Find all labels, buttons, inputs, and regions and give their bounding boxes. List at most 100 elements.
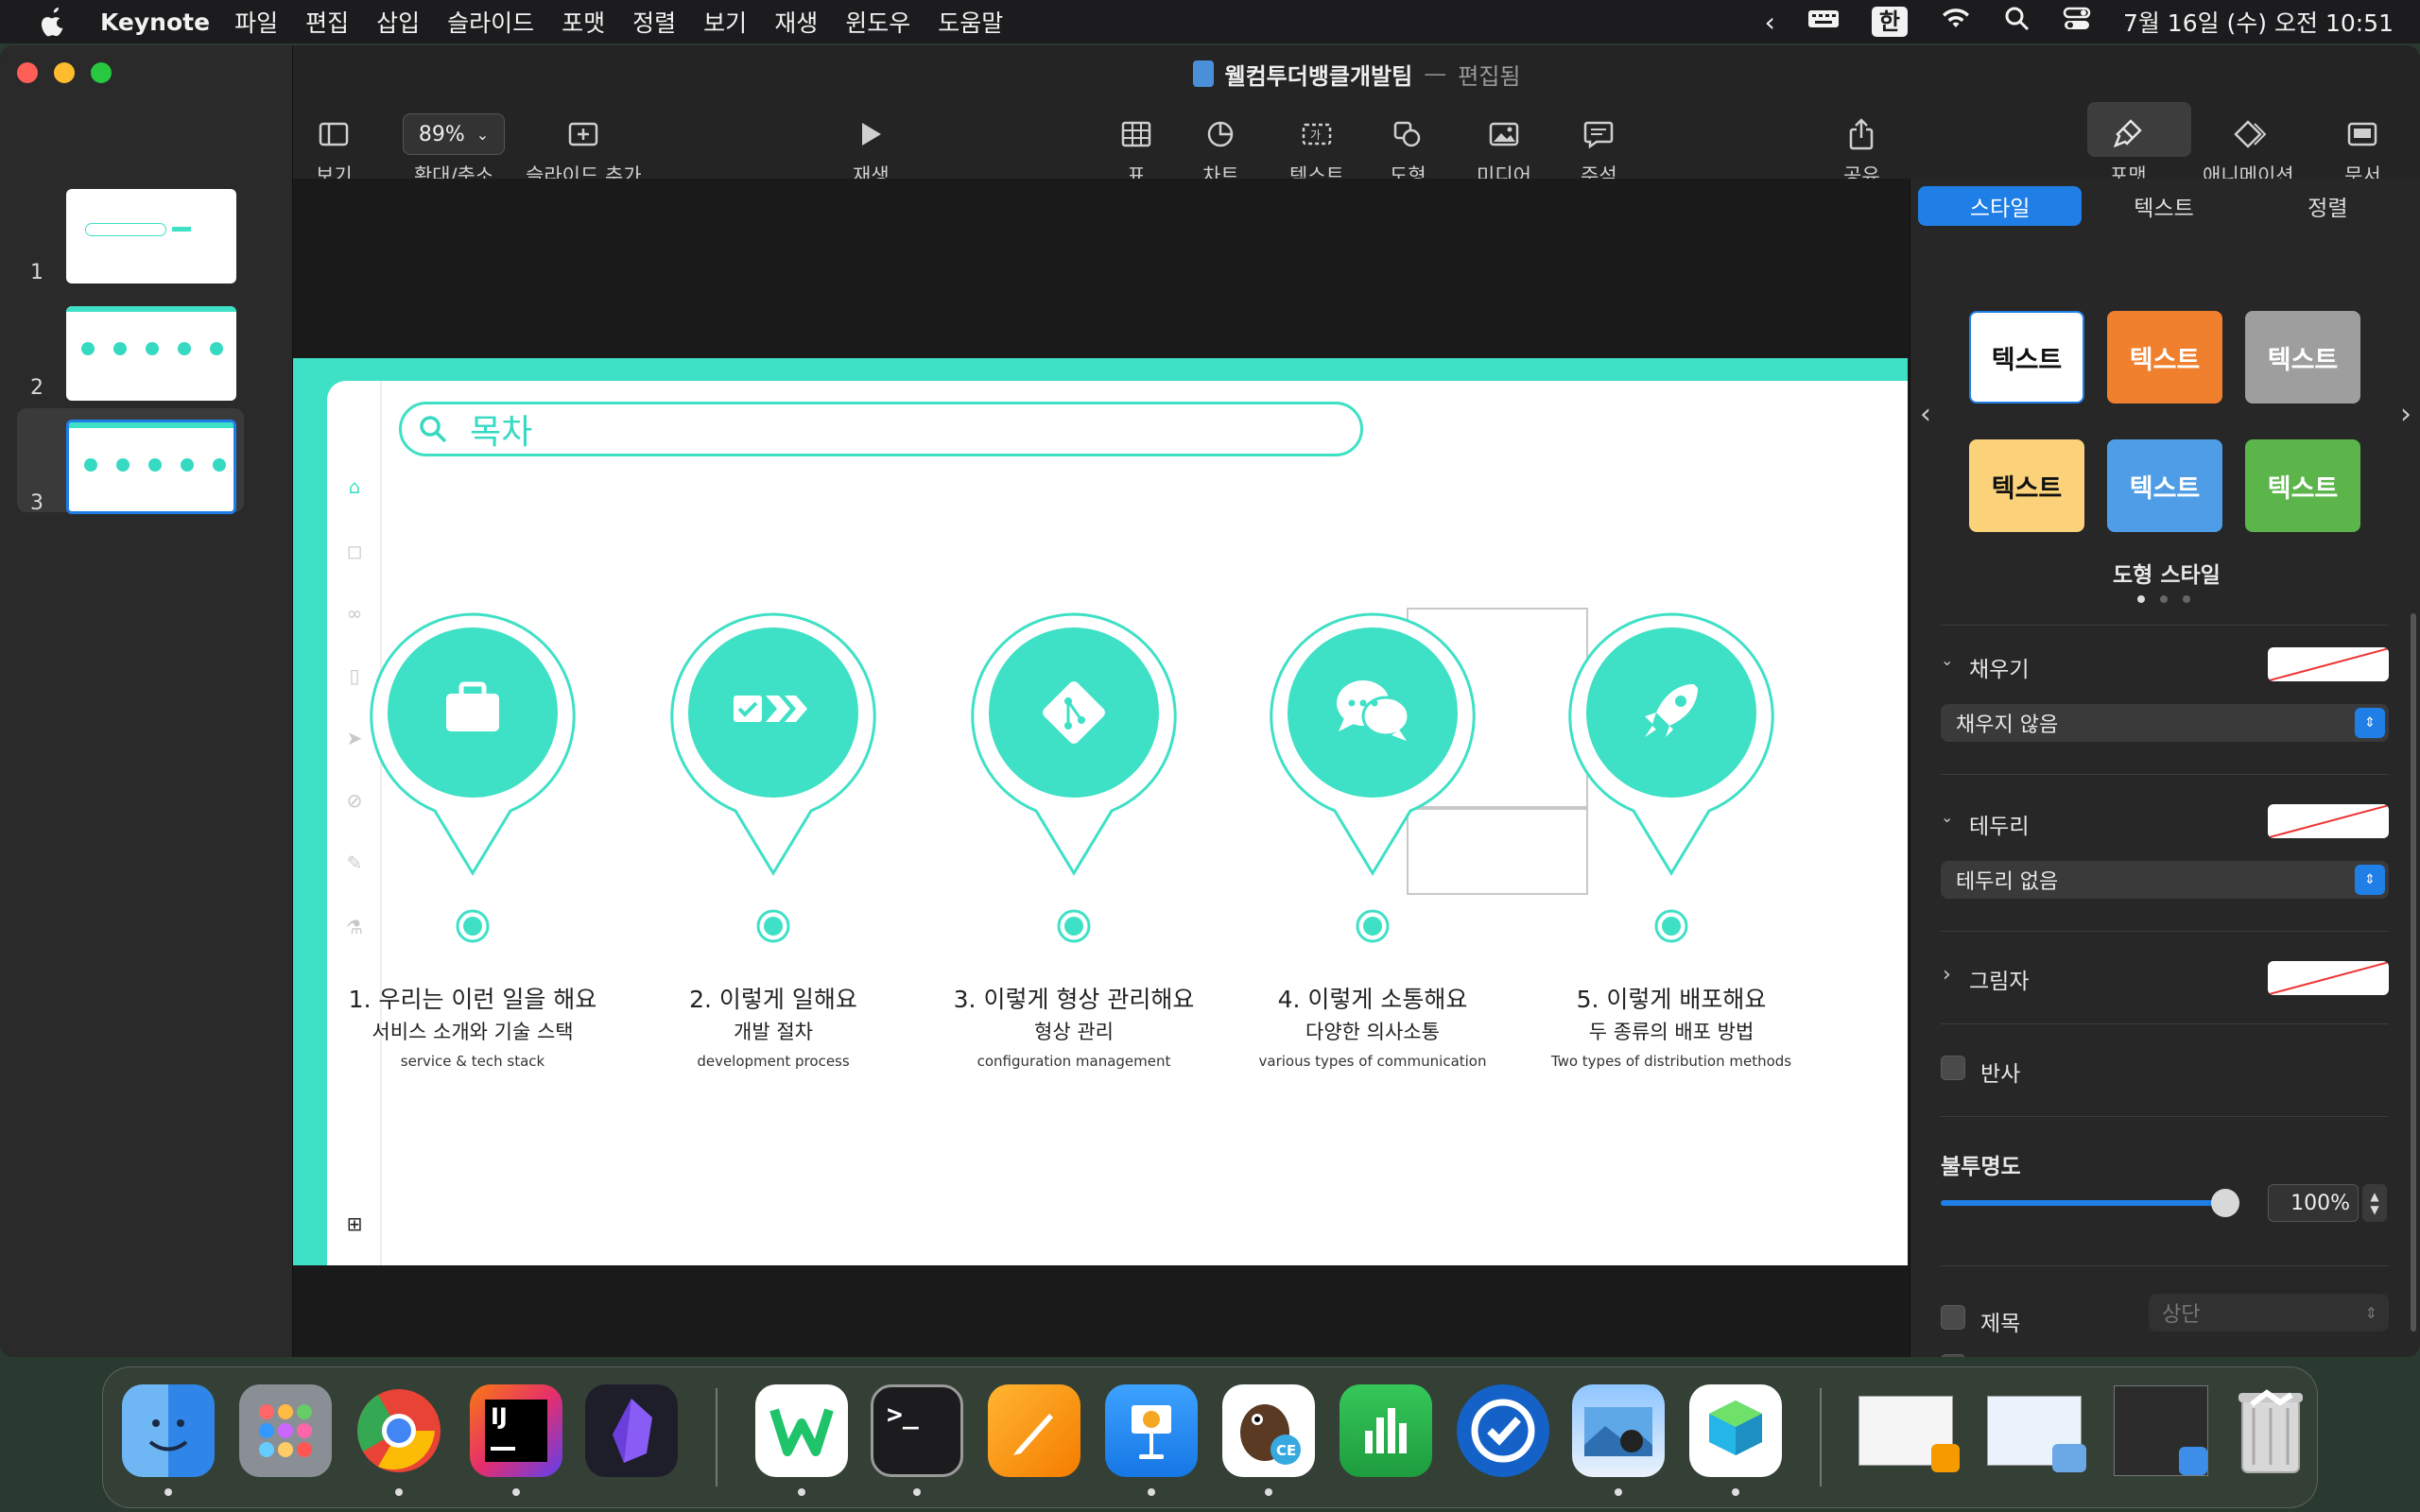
format-button[interactable]: 포맷: [2110, 112, 2147, 189]
search-icon[interactable]: [2004, 6, 2031, 38]
chart-button[interactable]: 차트: [1202, 112, 1239, 189]
shape-button[interactable]: 도형: [1390, 112, 1426, 189]
wifi-icon[interactable]: [1940, 7, 1972, 37]
zoom-window-button[interactable]: [91, 62, 112, 83]
stepper-up-icon[interactable]: ▲: [2370, 1190, 2378, 1203]
toc-item-english[interactable]: Two types of distribution methods: [1520, 1053, 1823, 1070]
toc-title[interactable]: 목차: [470, 404, 532, 454]
shape-style-swatch-6[interactable]: 텍스트: [2245, 439, 2360, 532]
play-button[interactable]: 재생: [853, 112, 890, 189]
chevron-right-icon[interactable]: ›: [1943, 963, 1951, 987]
slide-canvas[interactable]: ⌂ ◻ ∞ ▯ ➤ ⊘ ✎ ⚗ ⊞ 목차 1. 우리는 이런 일을 해요 서비스…: [293, 179, 1910, 1357]
chevron-left-icon[interactable]: ‹: [1920, 398, 1931, 431]
document-button[interactable]: 문서: [2344, 112, 2381, 189]
chevron-right-icon[interactable]: ›: [2400, 398, 2411, 431]
recent-screenshots-stack-icon[interactable]: [2109, 1384, 2213, 1477]
page-dot[interactable]: [2160, 595, 2168, 603]
chevron-down-icon[interactable]: ⌄: [1941, 808, 1953, 826]
title-checkbox[interactable]: [1941, 1305, 1965, 1330]
table-button[interactable]: 표: [1121, 112, 1151, 189]
app-name[interactable]: Keynote: [100, 9, 210, 36]
keynote-icon[interactable]: [1105, 1384, 1198, 1477]
recent-document-diagram-icon[interactable]: [1982, 1384, 2086, 1477]
recent-document-pages-icon[interactable]: [1854, 1384, 1960, 1477]
opacity-stepper[interactable]: ▲ ▼: [2362, 1184, 2387, 1222]
launchpad-icon[interactable]: [239, 1384, 332, 1477]
fill-color-well[interactable]: [2268, 647, 2389, 681]
slide-thumbnail-3[interactable]: [66, 420, 236, 514]
minimize-window-button[interactable]: [54, 62, 75, 83]
title-position-select[interactable]: 상단 ⇕: [2149, 1294, 2389, 1332]
fill-type-select[interactable]: 채우지 않음 ⇕: [1941, 704, 2389, 742]
menu-file[interactable]: 파일: [234, 5, 278, 39]
menu-edit[interactable]: 편집: [305, 5, 349, 39]
animate-button[interactable]: 애니메이션: [2203, 112, 2294, 189]
shape-style-swatch-5[interactable]: 텍스트: [2107, 439, 2222, 532]
tab-style[interactable]: 스타일: [1918, 186, 2083, 226]
shape-style-swatch-2[interactable]: 텍스트: [2107, 311, 2222, 404]
naver-box-icon[interactable]: [1689, 1384, 1782, 1477]
shadow-label[interactable]: 그림자: [1969, 963, 2029, 995]
border-label[interactable]: 테두리: [1969, 808, 2029, 840]
border-type-select[interactable]: 테두리 없음 ⇕: [1941, 861, 2389, 899]
add-slide-button[interactable]: 슬라이드 추가: [526, 112, 642, 189]
menubar-clock[interactable]: 7월 16일 (수) 오전 10:51: [2123, 5, 2394, 39]
border-color-well[interactable]: [2268, 804, 2389, 838]
menu-play[interactable]: 재생: [774, 5, 818, 39]
menu-arrange[interactable]: 정렬: [632, 5, 676, 39]
slide[interactable]: ⌂ ◻ ∞ ▯ ➤ ⊘ ✎ ⚗ ⊞ 목차 1. 우리는 이런 일을 해요 서비스…: [293, 358, 1908, 1265]
shape-style-swatch-1[interactable]: 텍스트: [1969, 311, 2084, 404]
page-dots[interactable]: [2137, 595, 2190, 603]
share-button[interactable]: 공유: [1843, 112, 1880, 189]
text-button[interactable]: 가 텍스트: [1289, 112, 1344, 189]
terminal-icon[interactable]: >_: [871, 1384, 963, 1477]
caption-checkbox[interactable]: [1941, 1354, 1965, 1357]
dbeaver-icon[interactable]: CE: [1222, 1384, 1315, 1477]
comment-button[interactable]: 주석: [1581, 112, 1617, 189]
obsidian-icon[interactable]: [585, 1384, 678, 1477]
chevron-down-icon[interactable]: ⌄: [1941, 651, 1953, 669]
opacity-input[interactable]: 100%: [2268, 1184, 2359, 1222]
view-button[interactable]: 보기: [316, 112, 353, 189]
slide-thumbnail-2[interactable]: [66, 306, 236, 401]
document-title[interactable]: 웰컴투더뱅클개발팀: [1225, 58, 1413, 91]
menu-insert[interactable]: 삽입: [376, 5, 420, 39]
menu-window[interactable]: 윈도우: [845, 5, 910, 39]
control-center-icon[interactable]: [2063, 6, 2091, 38]
chrome-icon[interactable]: [353, 1384, 445, 1477]
chevron-left-icon[interactable]: ‹: [1765, 7, 1775, 38]
zoom-control[interactable]: 89% ⌄ 확대/축소: [403, 112, 505, 189]
reflection-checkbox[interactable]: [1941, 1056, 1965, 1080]
stepper-down-icon[interactable]: ▼: [2370, 1203, 2378, 1216]
input-method-indicator[interactable]: 한: [1871, 7, 1908, 37]
slide-thumbnail-1[interactable]: [66, 189, 236, 284]
numbers-icon[interactable]: [1340, 1384, 1432, 1477]
inspector-scrollbar[interactable]: [2411, 613, 2416, 1332]
zoom-select[interactable]: 89% ⌄: [403, 113, 505, 155]
preview-icon[interactable]: [1572, 1384, 1665, 1477]
shape-style-swatch-3[interactable]: 텍스트: [2245, 311, 2360, 404]
trash-icon[interactable]: [2224, 1384, 2317, 1477]
page-dot[interactable]: [2137, 595, 2145, 603]
finder-icon[interactable]: [122, 1384, 215, 1477]
shadow-color-well[interactable]: [2268, 961, 2389, 995]
opacity-slider-track[interactable]: [1941, 1200, 2224, 1206]
tab-text[interactable]: 텍스트: [2082, 186, 2245, 226]
menu-format[interactable]: 포맷: [562, 5, 605, 39]
intellij-icon[interactable]: IJ: [470, 1384, 562, 1477]
page-dot[interactable]: [2183, 595, 2190, 603]
menu-help[interactable]: 도움말: [938, 5, 1003, 39]
close-window-button[interactable]: [17, 62, 38, 83]
keyboard-icon[interactable]: [1807, 8, 1840, 36]
proxyman-icon[interactable]: [1457, 1384, 1549, 1477]
media-button[interactable]: 미디어: [1477, 112, 1531, 189]
apple-menu-icon[interactable]: [34, 3, 72, 41]
fill-label[interactable]: 채우기: [1969, 651, 2029, 683]
pages-icon[interactable]: [988, 1384, 1080, 1477]
menu-view[interactable]: 보기: [703, 5, 747, 39]
opacity-slider-knob[interactable]: [2211, 1189, 2239, 1217]
tab-arrange[interactable]: 정렬: [2246, 186, 2410, 226]
menu-slide[interactable]: 슬라이드: [447, 5, 534, 39]
shape-style-swatch-4[interactable]: 텍스트: [1969, 439, 2084, 532]
naver-whale-icon[interactable]: [755, 1384, 848, 1477]
